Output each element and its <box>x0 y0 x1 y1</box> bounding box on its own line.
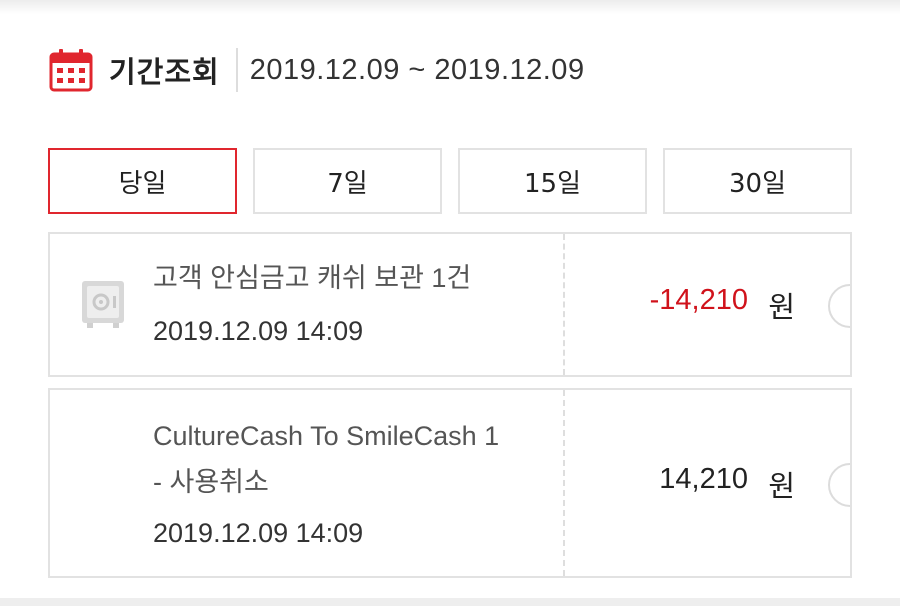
transaction-amount: -14,210 <box>649 284 748 316</box>
tab-today[interactable]: 당일 <box>48 148 237 214</box>
transaction-amount: 14,210 <box>659 463 748 495</box>
period-tabs: 당일 7일 15일 30일 <box>48 148 852 214</box>
ticket-notch <box>828 463 850 507</box>
transaction-title: 고객 안심금고 캐쉬 보관 1건 <box>153 263 472 293</box>
header-divider <box>235 48 238 92</box>
tab-7days[interactable]: 7일 <box>253 148 442 214</box>
safe-icon <box>82 281 124 328</box>
bottom-divider <box>0 598 900 606</box>
dashed-separator <box>563 390 565 576</box>
transaction-datetime: 2019.12.09 14:09 <box>153 316 364 346</box>
currency-unit: 원 <box>768 290 795 324</box>
ticket-notch <box>828 284 850 328</box>
transaction-card[interactable]: CultureCash To SmileCash 1 - 사용취소 2019.1… <box>48 388 852 578</box>
transaction-title-line2: - 사용취소 <box>153 467 269 497</box>
tab-30days[interactable]: 30일 <box>663 148 852 214</box>
transaction-title: CultureCash To SmileCash 1 <box>153 421 500 451</box>
date-range[interactable]: 2019.12.09 ~ 2019.12.09 <box>250 54 585 87</box>
transaction-datetime: 2019.12.09 14:09 <box>153 518 364 548</box>
tab-15days[interactable]: 15일 <box>458 148 647 214</box>
transaction-card[interactable]: 고객 안심금고 캐쉬 보관 1건 2019.12.09 14:09 -14,21… <box>48 232 852 377</box>
dashed-separator <box>563 234 565 375</box>
calendar-icon <box>49 49 93 92</box>
page-title: 기간조회 <box>109 55 220 89</box>
currency-unit: 원 <box>768 469 795 503</box>
period-header: 기간조회 2019.12.09 ~ 2019.12.09 <box>48 46 868 94</box>
top-shadow <box>0 0 900 14</box>
